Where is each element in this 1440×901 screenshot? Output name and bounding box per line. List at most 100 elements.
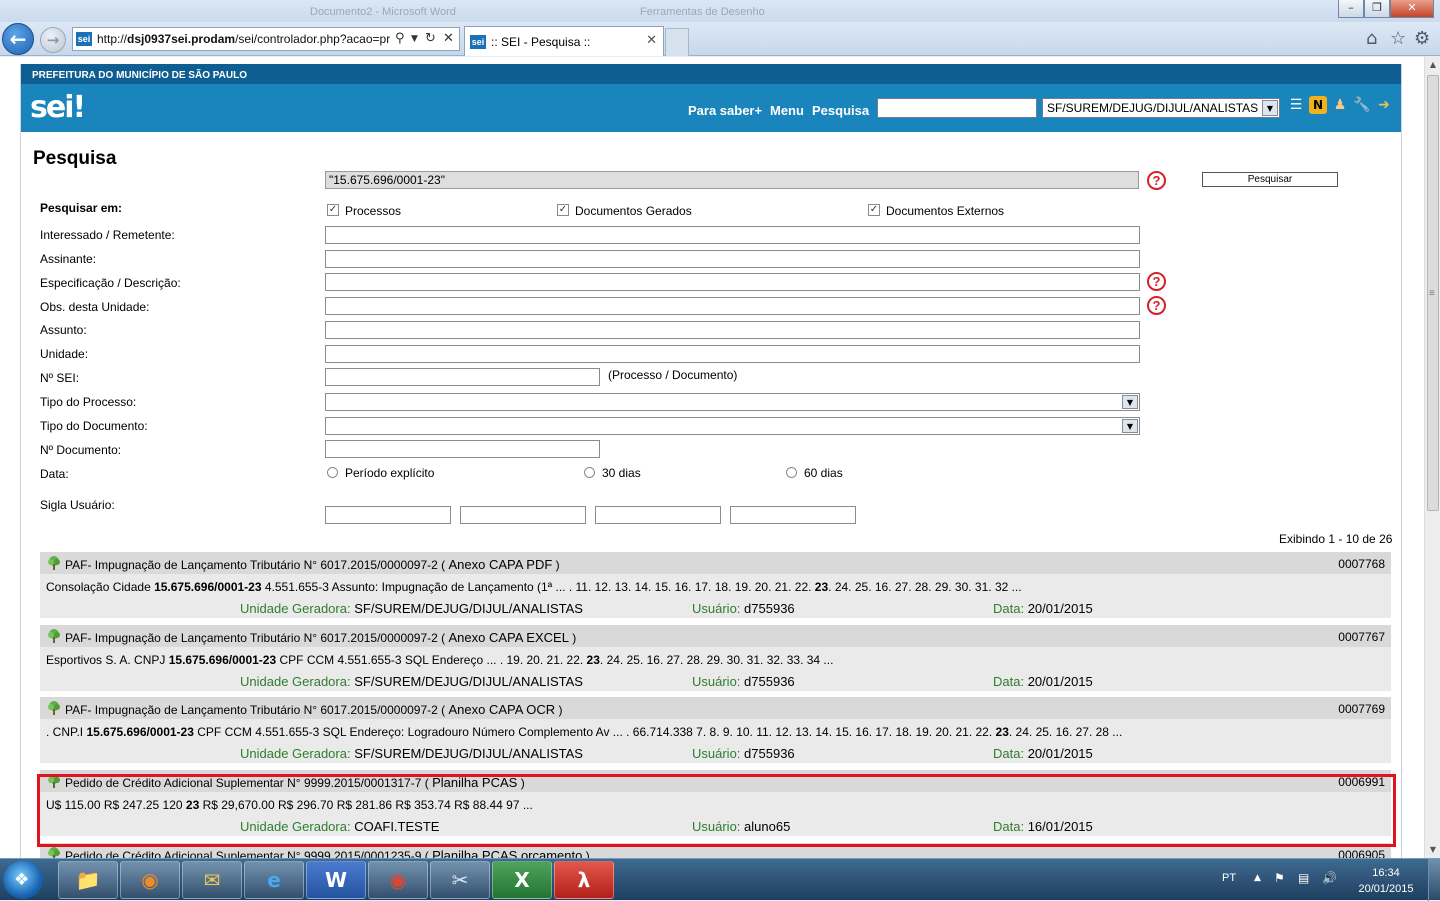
browser-title-bar: Documento2 - Microsoft Word Ferramentas … — [0, 0, 1440, 24]
forward-arrow-icon[interactable]: → — [40, 27, 66, 53]
para-saber-link[interactable]: Para saber+ — [688, 103, 762, 118]
restore-icon[interactable]: ❐ — [1364, 0, 1390, 18]
unidade-input[interactable] — [325, 345, 1140, 363]
sigla-usuario-input-2[interactable] — [460, 506, 586, 524]
documentos-externos-checkbox[interactable]: ✓ — [868, 204, 880, 216]
refresh-icon[interactable]: ↻ — [425, 31, 436, 46]
volume-icon[interactable]: 🔊 — [1322, 871, 1337, 885]
result-header: PAF- Impugnação de Lançamento Tributário… — [40, 697, 1391, 719]
address-bar[interactable]: sei http://dsj0937sei.prodam/sei/control… — [72, 27, 460, 51]
assinante-input[interactable] — [325, 250, 1140, 268]
interessado-input[interactable] — [325, 226, 1140, 244]
start-button[interactable]: ❖ — [3, 861, 43, 899]
snipping-tool-icon[interactable]: ✂ — [430, 861, 490, 899]
favorites-star-icon[interactable]: ☆ — [1390, 28, 1406, 49]
pesquisar-button[interactable]: Pesquisar — [1202, 172, 1338, 187]
minimize-icon[interactable]: – — [1338, 0, 1364, 18]
home-icon[interactable]: ⌂ — [1366, 28, 1377, 49]
logout-icon[interactable]: ➜ — [1375, 96, 1393, 114]
user-icon[interactable]: ♟ — [1331, 96, 1349, 114]
process-tree-icon — [48, 774, 60, 788]
help-icon[interactable]: ? — [1147, 296, 1166, 315]
result-title[interactable]: PAF- Impugnação de Lançamento Tributário… — [65, 702, 563, 717]
result-unidade: Unidade Geradora: COAFI.TESTE — [240, 819, 440, 834]
obs-unidade-label: Obs. desta Unidade: — [40, 300, 150, 314]
result-document-link[interactable]: Anexo CAPA EXCEL — [449, 630, 569, 645]
interessado-label: Interessado / Remetente: — [40, 228, 175, 242]
processos-checkbox[interactable]: ✓ — [327, 204, 339, 216]
result-snippet: Consolação Cidade 15.675.696/0001-23 4.5… — [46, 580, 1022, 594]
tipo-processo-select[interactable]: ▼ — [325, 393, 1140, 411]
word-icon[interactable]: W — [306, 861, 366, 899]
especificacao-input[interactable] — [325, 273, 1140, 291]
menu-link[interactable]: Menu — [770, 103, 804, 118]
site-favicon-icon: sei — [76, 32, 92, 46]
back-arrow-icon[interactable]: ← — [2, 23, 34, 55]
search-icon[interactable]: ⚲ — [395, 31, 405, 46]
scroll-down-icon[interactable]: ▼ — [1425, 842, 1440, 858]
page-viewport: PREFEITURA DO MUNICÍPIO DE SÃO PAULO sei… — [0, 57, 1424, 858]
result-document-link[interactable]: Anexo CAPA OCR — [449, 702, 556, 717]
result-title[interactable]: Pedido de Crédito Adicional Suplementar … — [65, 775, 525, 790]
browser-navigation-bar: ← → sei http://dsj0937sei.prodam/sei/con… — [0, 22, 1440, 56]
new-notes-icon[interactable]: N — [1309, 96, 1327, 114]
file-explorer-icon[interactable]: 📁 — [58, 861, 118, 899]
excel-icon[interactable]: X — [492, 861, 552, 899]
sigla-usuario-input-1[interactable] — [325, 506, 451, 524]
result-title[interactable]: Pedido de Crédito Adicional Suplementar … — [65, 848, 590, 858]
chrome-icon[interactable]: ◉ — [368, 861, 428, 899]
documentos-gerados-checkbox[interactable]: ✓ — [557, 204, 569, 216]
chevron-down-icon[interactable]: ▼ — [1122, 419, 1138, 433]
pesquisa-link[interactable]: Pesquisa — [812, 103, 869, 118]
network-icon[interactable]: ▤ — [1298, 871, 1309, 885]
internet-explorer-icon[interactable]: e — [244, 861, 304, 899]
close-window-icon[interactable]: ✕ — [1390, 0, 1434, 18]
show-desktop-button[interactable] — [1428, 859, 1440, 901]
system-clock[interactable]: 16:34 20/01/2015 — [1350, 865, 1422, 897]
help-icon[interactable]: ? — [1147, 272, 1166, 291]
documentos-externos-label: Documentos Externos — [886, 204, 1005, 218]
url-text[interactable]: http://dsj0937sei.prodam/sei/controlador… — [97, 32, 393, 46]
result-document-link[interactable]: Planilha PCAS orcamento — [432, 848, 582, 858]
full-text-search-input[interactable]: "15.675.696/0001-23" — [325, 171, 1139, 189]
result-document-link[interactable]: Planilha PCAS — [432, 775, 517, 790]
result-title[interactable]: PAF- Impugnação de Lançamento Tributário… — [65, 557, 560, 572]
sigla-usuario-input-4[interactable] — [730, 506, 856, 524]
chevron-down-icon[interactable]: ▼ — [1262, 100, 1278, 116]
60-dias-radio[interactable] — [786, 467, 797, 478]
stop-icon[interactable]: ✕ — [443, 31, 454, 46]
tipo-documento-select[interactable]: ▼ — [325, 417, 1140, 435]
tools-wrench-icon[interactable]: 🔧 — [1353, 96, 1371, 114]
outlook-icon[interactable]: ✉ — [182, 861, 242, 899]
settings-gear-icon[interactable]: ⚙ — [1414, 28, 1430, 49]
periodo-explicito-radio[interactable] — [327, 467, 338, 478]
scroll-up-icon[interactable]: ▲ — [1425, 57, 1440, 73]
result-title[interactable]: PAF- Impugnação de Lançamento Tributário… — [65, 630, 576, 645]
obs-unidade-input[interactable] — [325, 297, 1140, 315]
page-title: Pesquisa — [33, 148, 117, 169]
sei-logo[interactable]: sei! — [30, 90, 86, 125]
quick-search-input[interactable] — [877, 98, 1037, 118]
scrollbar-thumb[interactable]: ≡ — [1427, 75, 1439, 511]
action-center-flag-icon[interactable]: ⚑ — [1274, 871, 1285, 885]
nsei-input[interactable] — [325, 368, 600, 386]
help-icon[interactable]: ? — [1147, 171, 1166, 190]
ndocumento-input[interactable] — [325, 440, 600, 458]
page-scrollbar[interactable]: ▲ ≡ ▼ — [1424, 57, 1440, 858]
30-dias-radio[interactable] — [584, 467, 595, 478]
result-unidade: Unidade Geradora: SF/SUREM/DEJUG/DIJUL/A… — [240, 746, 583, 761]
tab-close-icon[interactable]: ✕ — [646, 33, 657, 48]
list-view-icon[interactable]: ☰ — [1287, 96, 1305, 114]
result-document-link[interactable]: Anexo CAPA PDF — [449, 557, 553, 572]
firefox-icon[interactable]: ◉ — [120, 861, 180, 899]
unit-select[interactable]: SF/SUREM/DEJUG/DIJUL/ANALISTAS ▼ — [1042, 98, 1280, 118]
language-indicator[interactable]: PT — [1222, 872, 1236, 884]
show-hidden-icons-icon[interactable]: ▲ — [1254, 873, 1261, 883]
assunto-input[interactable] — [325, 321, 1140, 339]
browser-tab-active[interactable]: sei :: SEI - Pesquisa :: ✕ — [464, 26, 664, 56]
adobe-reader-icon[interactable]: λ — [554, 861, 614, 899]
dropdown-arrow-icon[interactable]: ▼ — [411, 34, 418, 44]
chevron-down-icon[interactable]: ▼ — [1122, 395, 1138, 409]
sigla-usuario-input-3[interactable] — [595, 506, 721, 524]
new-tab-button[interactable] — [665, 28, 689, 56]
